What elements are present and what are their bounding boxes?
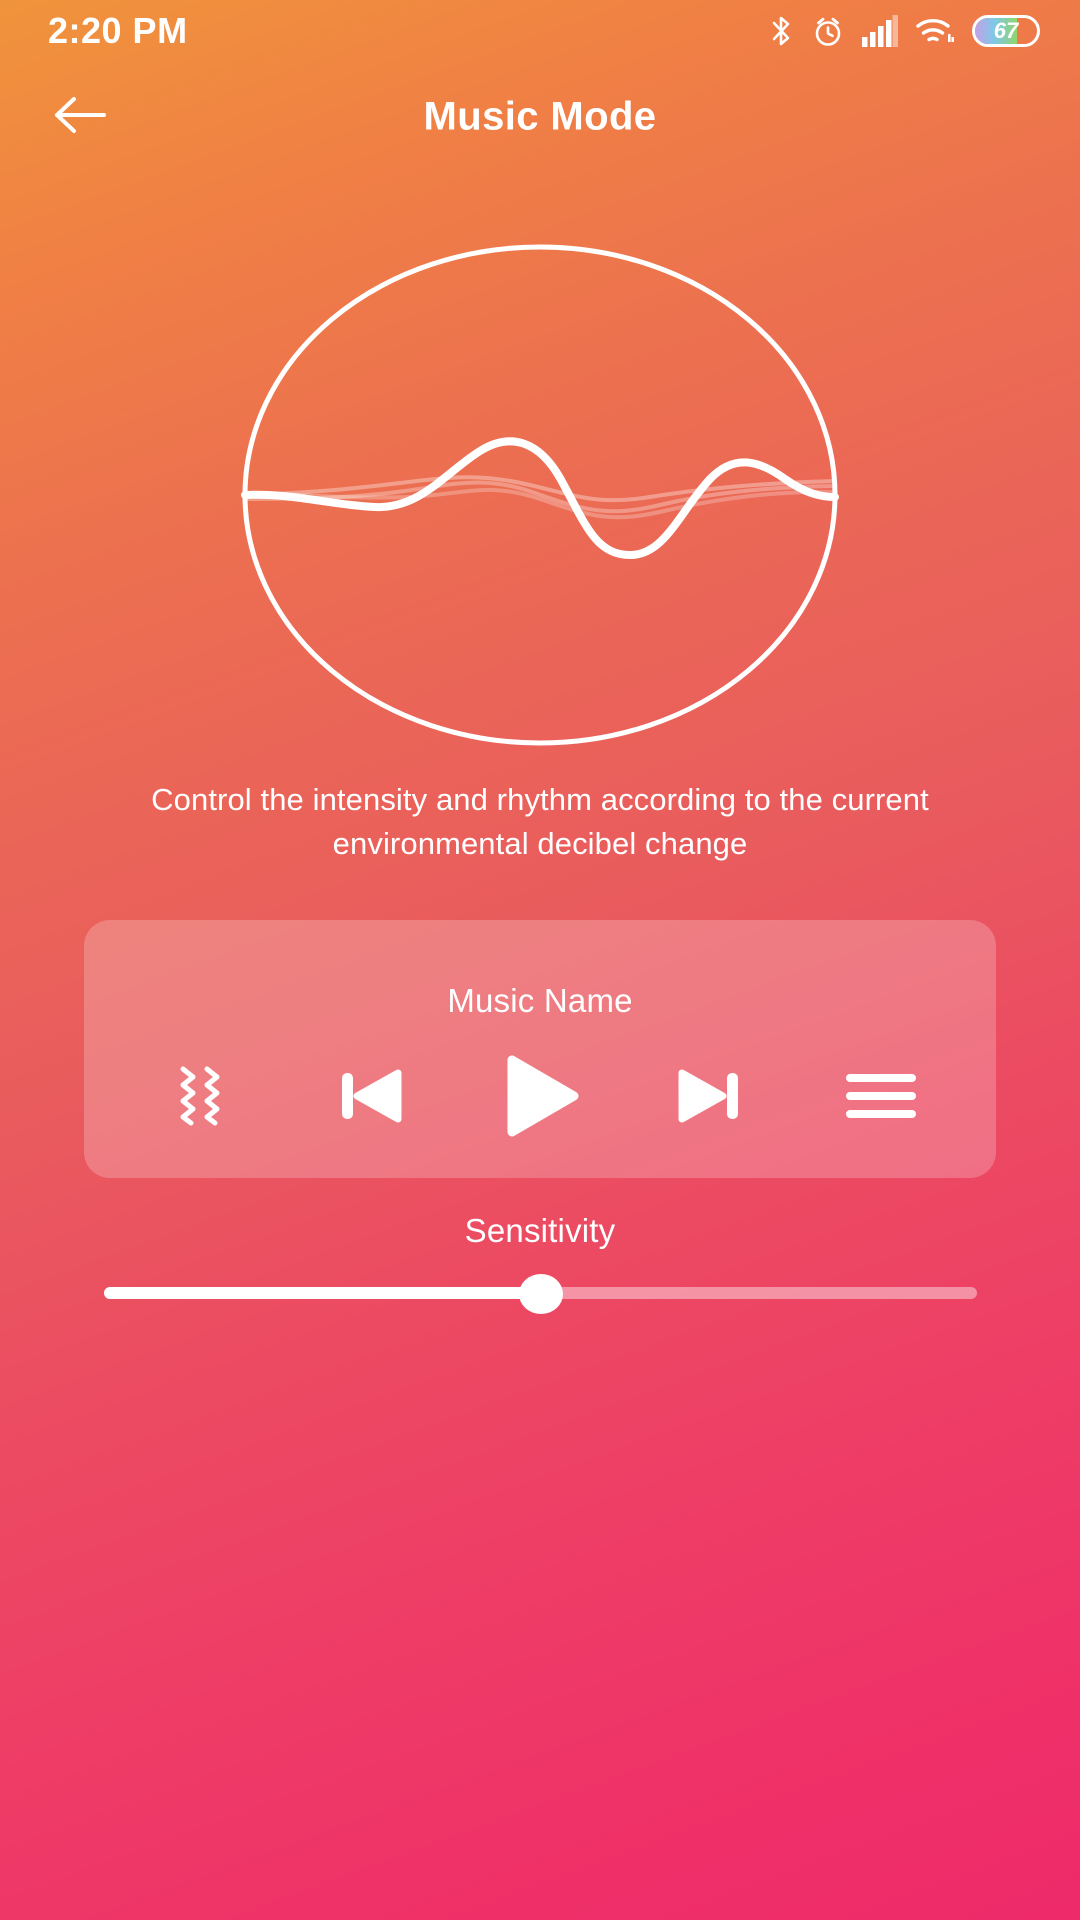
next-track-icon bbox=[672, 1058, 748, 1134]
sensitivity-label: Sensitivity bbox=[464, 1212, 616, 1249]
status-bar: 2:20 PM 67 bbox=[0, 0, 1080, 62]
play-icon bbox=[490, 1046, 590, 1146]
previous-track-icon bbox=[332, 1058, 408, 1134]
wifi-icon bbox=[915, 15, 955, 47]
play-button[interactable] bbox=[480, 1041, 600, 1151]
next-track-button[interactable] bbox=[650, 1041, 770, 1151]
circle-waveform-graphic bbox=[241, 244, 839, 746]
app-bar: Music Mode bbox=[0, 62, 1080, 172]
waveform-visualizer bbox=[240, 243, 840, 748]
battery-percent-label: 67 bbox=[993, 18, 1019, 43]
sensitivity-slider[interactable] bbox=[104, 1274, 977, 1314]
vibration-icon bbox=[163, 1063, 235, 1129]
description-text: Control the intensity and rhythm accordi… bbox=[151, 782, 929, 861]
music-mode-screen: 2:20 PM 67 Music Mode Control the intens… bbox=[0, 0, 1080, 1920]
status-time: 2:20 PM bbox=[48, 10, 188, 51]
music-player-card: Music Name bbox=[84, 920, 996, 1178]
hamburger-menu-icon bbox=[842, 1066, 920, 1126]
alarm-icon bbox=[811, 14, 845, 48]
music-name-label: Music Name bbox=[447, 982, 633, 1019]
signal-icon bbox=[862, 15, 898, 47]
status-icon-group: 67 bbox=[768, 14, 1040, 48]
player-controls bbox=[84, 1028, 996, 1178]
slider-thumb[interactable] bbox=[518, 1274, 563, 1314]
slider-fill bbox=[104, 1287, 541, 1299]
battery-icon: 67 bbox=[972, 15, 1040, 47]
bluetooth-icon bbox=[768, 14, 794, 48]
page-title: Music Mode bbox=[423, 94, 657, 139]
vibration-button[interactable] bbox=[139, 1041, 259, 1151]
playlist-button[interactable] bbox=[821, 1041, 941, 1151]
previous-track-button[interactable] bbox=[310, 1041, 430, 1151]
